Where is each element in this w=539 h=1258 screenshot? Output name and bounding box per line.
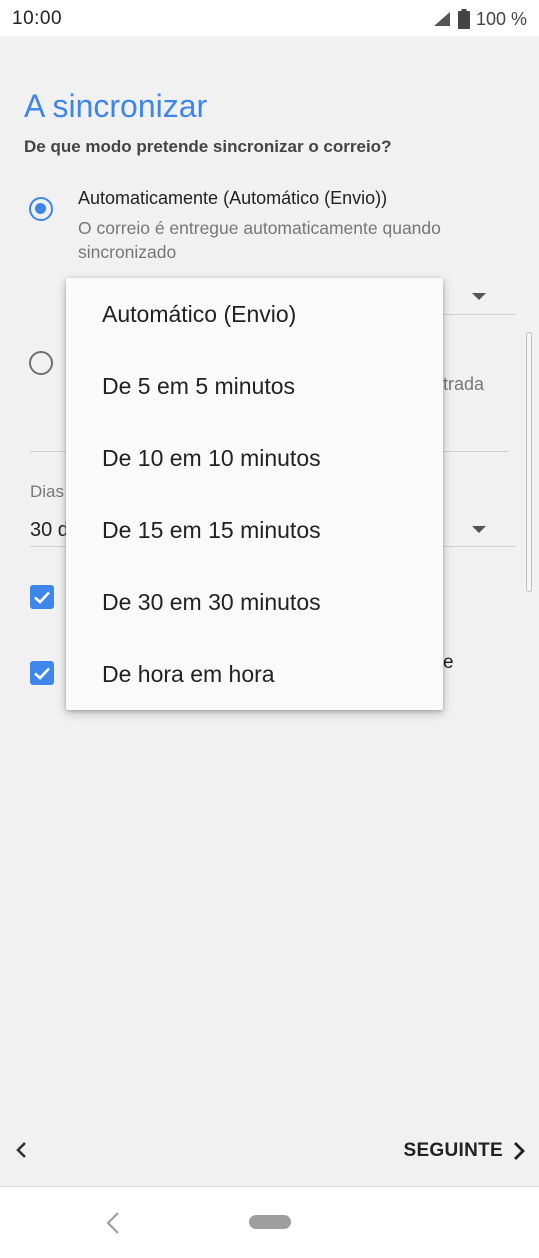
next-button[interactable]: SEGUINTE bbox=[403, 1138, 527, 1164]
status-icons: 100 % bbox=[432, 8, 527, 30]
menu-item-10-minutes[interactable]: De 10 em 10 minutos bbox=[66, 422, 443, 494]
sync-frequency-menu: Automático (Envio) De 5 em 5 minutos De … bbox=[66, 278, 443, 710]
checkbox-1[interactable] bbox=[30, 585, 54, 609]
chevron-left-icon bbox=[16, 1142, 26, 1158]
page-title: A sincronizar bbox=[24, 88, 208, 124]
radio-manual[interactable] bbox=[29, 351, 53, 375]
signal-icon bbox=[433, 12, 450, 26]
menu-item-30-minutes[interactable]: De 30 em 30 minutos bbox=[66, 566, 443, 638]
checkmark-icon bbox=[34, 591, 50, 604]
menu-item-automatic-push[interactable]: Automático (Envio) bbox=[66, 278, 443, 350]
status-bar: 10:00 100 % bbox=[0, 0, 539, 36]
back-button[interactable] bbox=[10, 1138, 34, 1162]
option-automatic-title: Automaticamente (Automático (Envio)) bbox=[78, 188, 388, 208]
radio-automatic[interactable] bbox=[29, 197, 53, 221]
option-manual-partial-text: trada bbox=[443, 374, 485, 394]
option-automatic-description: O correio é entregue automaticamente qua… bbox=[78, 218, 441, 262]
checkmark-icon bbox=[34, 667, 50, 680]
days-dropdown-arrow[interactable] bbox=[472, 526, 486, 533]
sync-frequency-dropdown-arrow[interactable] bbox=[472, 293, 486, 300]
battery-percentage: 100 % bbox=[475, 8, 527, 29]
page-subtitle: De que modo pretende sincronizar o corre… bbox=[24, 137, 392, 156]
nav-home-pill[interactable] bbox=[249, 1215, 291, 1229]
checkbox-2-partial-text: e bbox=[443, 652, 454, 673]
battery-icon bbox=[457, 9, 470, 29]
menu-item-5-minutes[interactable]: De 5 em 5 minutos bbox=[66, 350, 443, 422]
checkbox-2[interactable] bbox=[30, 661, 54, 685]
days-value-partial: 30 d bbox=[30, 519, 69, 541]
menu-item-15-minutes[interactable]: De 15 em 15 minutos bbox=[66, 494, 443, 566]
scrollbar[interactable] bbox=[526, 332, 532, 592]
nav-back-icon[interactable] bbox=[104, 1211, 122, 1235]
chevron-right-icon bbox=[514, 1142, 525, 1160]
status-time: 10:00 bbox=[12, 8, 63, 29]
next-button-label: SEGUINTE bbox=[403, 1140, 503, 1161]
menu-item-hourly[interactable]: De hora em hora bbox=[66, 638, 443, 710]
days-label-partial: Dias bbox=[30, 482, 65, 501]
system-nav-bar bbox=[0, 1186, 539, 1258]
screen: 10:00 100 % A sincronizar De que modo pr… bbox=[0, 0, 539, 1258]
